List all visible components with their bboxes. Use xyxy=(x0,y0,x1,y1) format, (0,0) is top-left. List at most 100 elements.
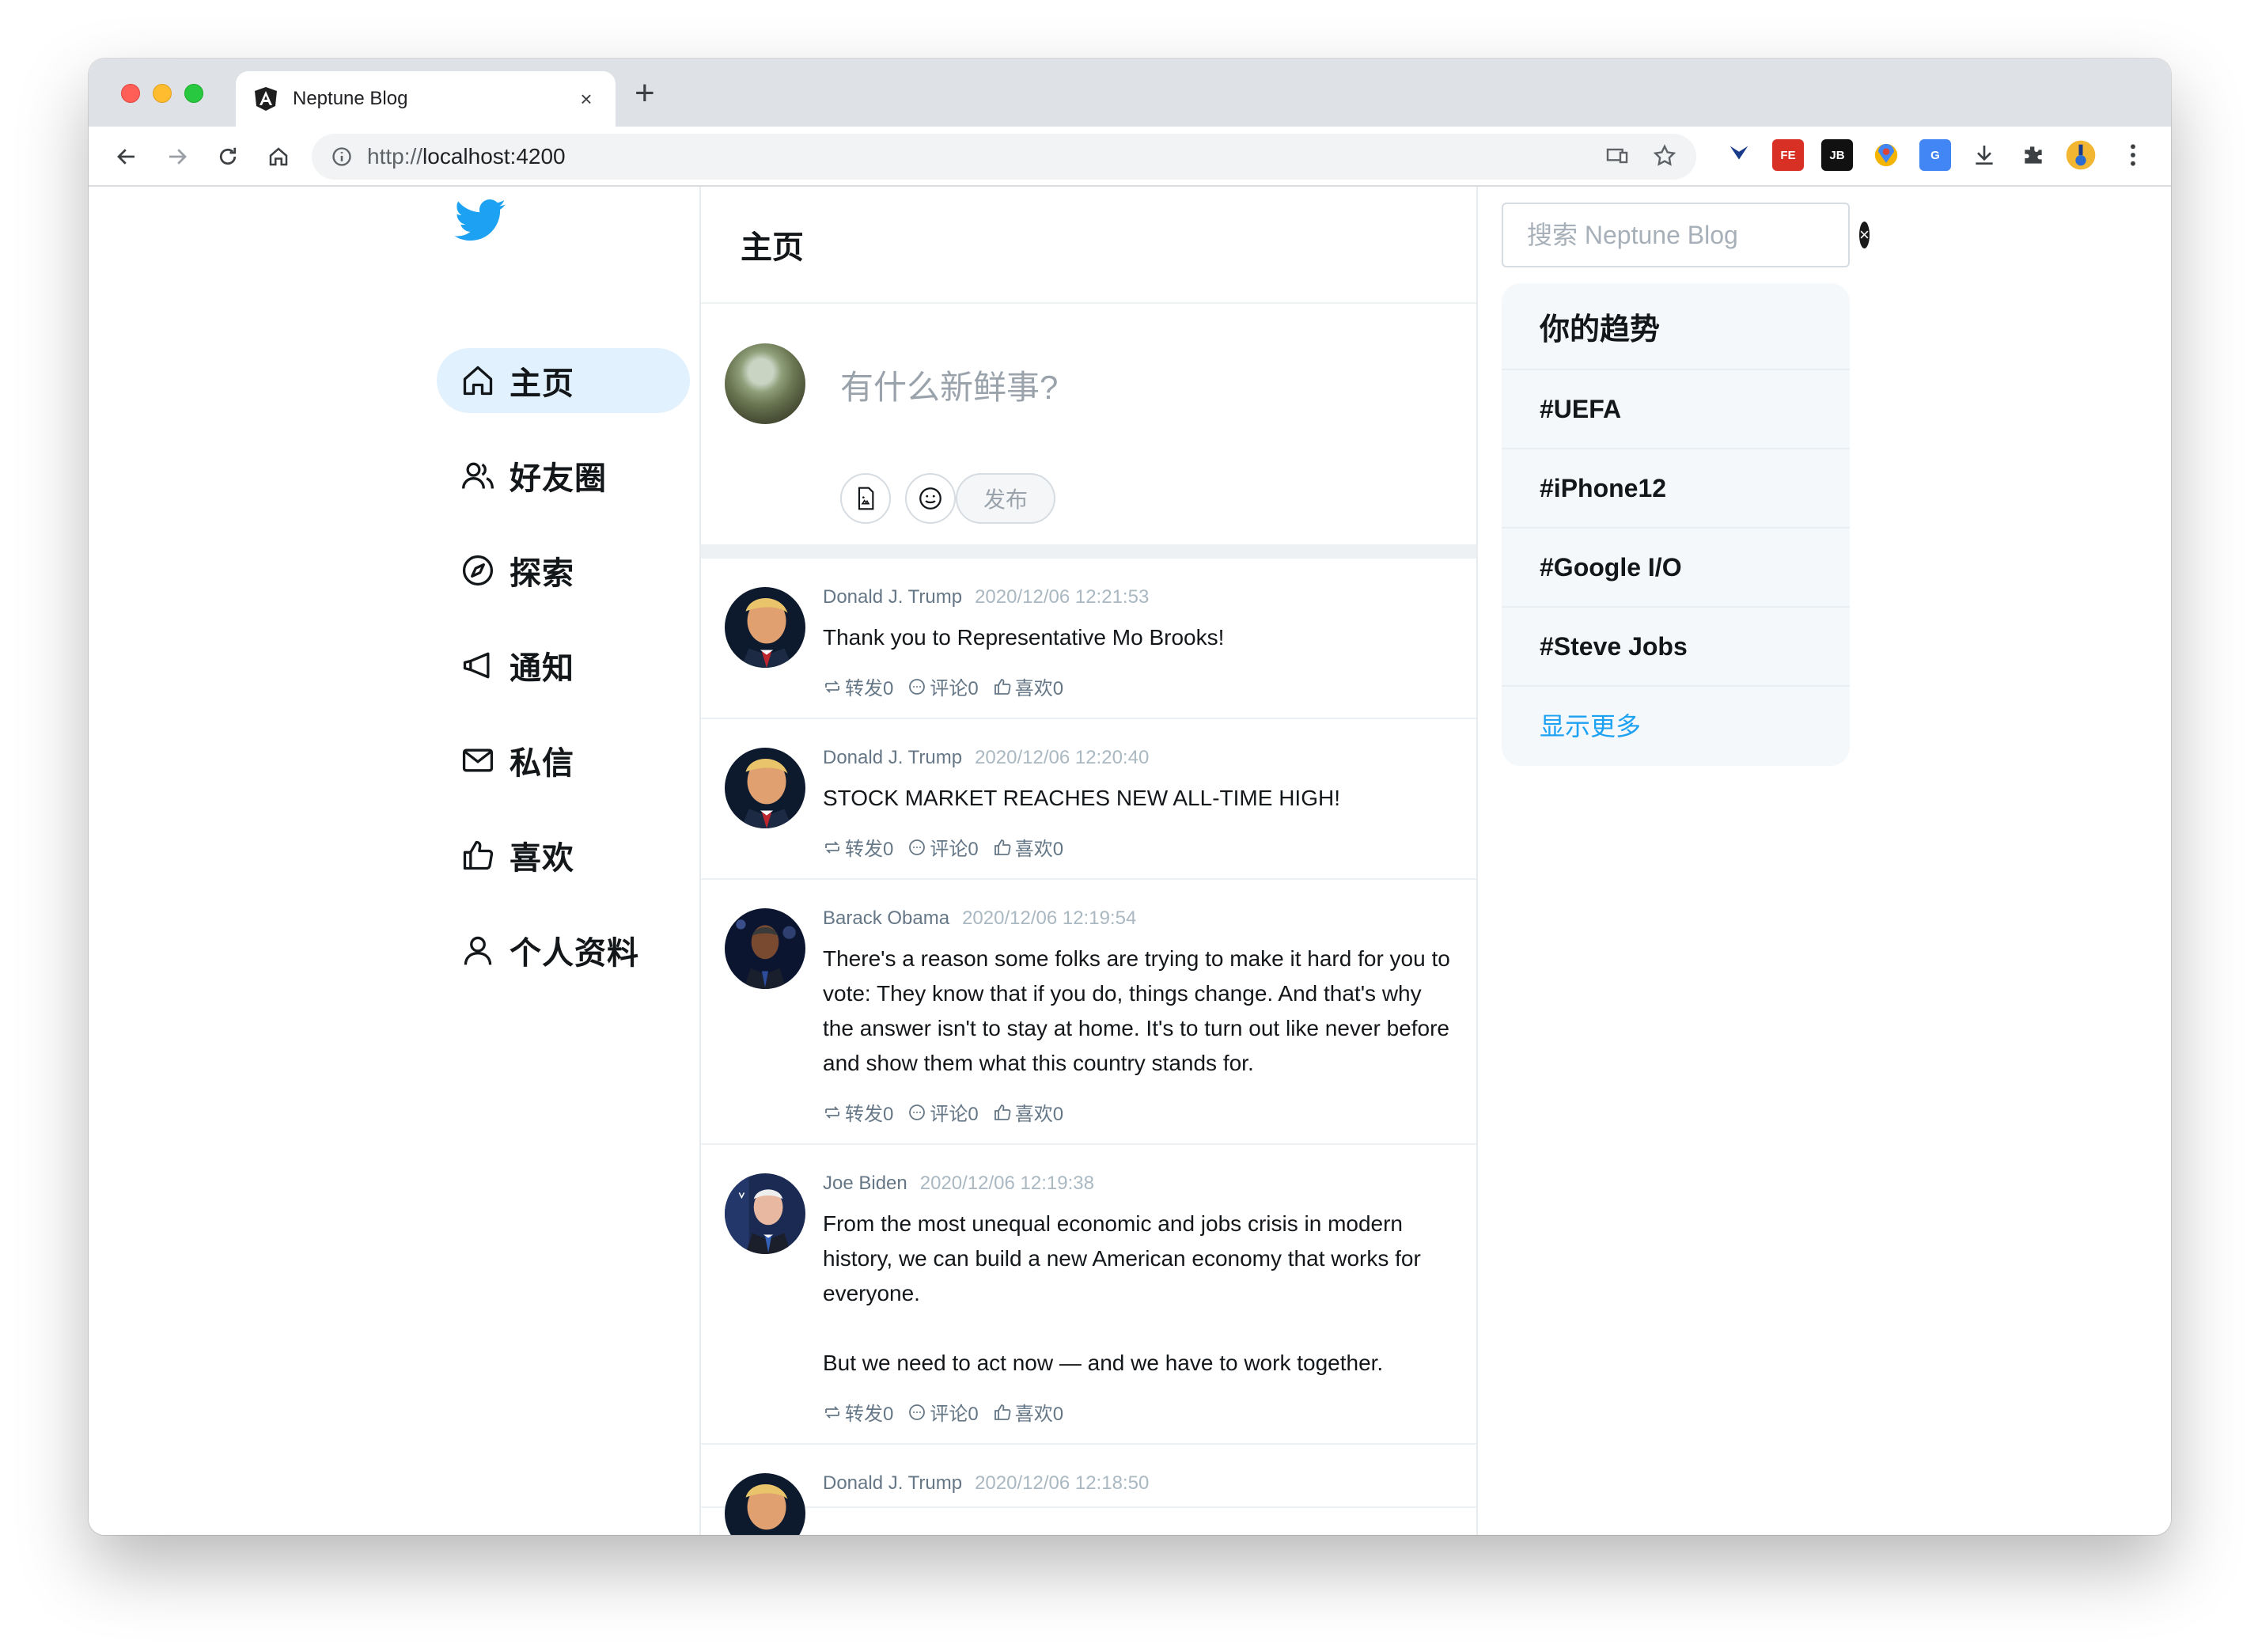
post-author[interactable]: Donald J. Trump xyxy=(823,586,962,608)
retweet-count: 转发0 xyxy=(845,839,894,860)
retweet-icon xyxy=(825,1405,839,1419)
reload-icon xyxy=(219,147,237,165)
retweet-count: 转发0 xyxy=(845,1404,894,1425)
minimize-window-button[interactable] xyxy=(153,84,172,103)
menu-kebab-icon[interactable] xyxy=(2117,139,2149,171)
download-icon[interactable] xyxy=(1968,139,2000,171)
post-meta: Donald J. Trump 2020/12/06 12:21:53 xyxy=(823,585,1453,609)
avatar[interactable] xyxy=(725,1173,805,1254)
trend-item[interactable]: #iPhone12 xyxy=(1502,449,1850,529)
post-time: 2020/12/06 12:21:53 xyxy=(975,586,1150,608)
profile-avatar[interactable] xyxy=(2065,139,2097,171)
post-meta: Donald J. Trump 2020/12/06 12:20:40 xyxy=(823,746,1453,770)
trend-item[interactable]: #Google I/O xyxy=(1502,529,1850,608)
avatar[interactable] xyxy=(725,587,805,668)
thumbs-up-icon xyxy=(994,1104,1011,1120)
main-column: 主页 有什么新鲜事? 发布 Donald J. Trump 2020/12/06… xyxy=(699,187,1478,1535)
avatar[interactable] xyxy=(725,1473,805,1535)
nav-label: 通知 xyxy=(510,651,574,686)
nav-label: 喜欢 xyxy=(510,841,574,876)
nav-item-home[interactable]: 主页 xyxy=(437,348,690,413)
post-author[interactable]: Barack Obama xyxy=(823,907,949,929)
retweet-icon xyxy=(825,840,839,854)
like-count: 喜欢0 xyxy=(1014,1104,1064,1125)
thumbs-up-icon xyxy=(994,839,1011,855)
home-button[interactable] xyxy=(261,139,296,174)
extension-shield-icon[interactable] xyxy=(1870,139,1902,171)
like-button[interactable]: 喜欢0 xyxy=(993,833,1063,861)
tab-close-icon[interactable]: × xyxy=(574,87,598,112)
trend-item[interactable]: #Steve Jobs xyxy=(1502,608,1850,687)
mail-icon xyxy=(462,748,494,772)
maximize-window-button[interactable] xyxy=(184,84,203,103)
like-button[interactable]: 喜欢0 xyxy=(993,1098,1063,1126)
extension-fe-icon[interactable]: FE xyxy=(1772,139,1804,171)
attach-file-button[interactable] xyxy=(840,473,891,524)
post-author[interactable]: Donald J. Trump xyxy=(823,747,962,768)
retweet-button[interactable]: 转发0 xyxy=(823,673,893,700)
address-bar[interactable]: http://localhost:4200 xyxy=(312,134,1696,180)
comment-icon xyxy=(909,1104,926,1120)
post-item: Barack Obama 2020/12/06 12:19:54 There's … xyxy=(701,880,1476,1145)
bookmark-star-icon[interactable] xyxy=(1652,143,1677,169)
like-button[interactable]: 喜欢0 xyxy=(993,673,1063,700)
comment-count: 评论0 xyxy=(930,1404,979,1425)
composer-input[interactable]: 有什么新鲜事? xyxy=(840,361,1058,409)
post-actions: 转发0 评论0 喜欢0 xyxy=(823,673,1453,718)
comment-button[interactable]: 评论0 xyxy=(907,1098,979,1126)
trend-item[interactable]: #UEFA xyxy=(1502,370,1850,449)
post-author[interactable]: Joe Biden xyxy=(823,1173,907,1194)
post-author[interactable]: Donald J. Trump xyxy=(823,1472,962,1494)
extension-translate-icon[interactable]: G xyxy=(1919,139,1951,171)
post-text: STOCK MARKET REACHES NEW ALL-TIME HIGH! xyxy=(823,786,1340,810)
nav-item-friends[interactable]: 好友圈 xyxy=(437,443,690,508)
arrow-right-icon xyxy=(169,149,187,165)
comment-button[interactable]: 评论0 xyxy=(907,673,979,700)
tab-title: Neptune Blog xyxy=(293,88,408,109)
nav-item-notifications[interactable]: 通知 xyxy=(437,633,690,698)
search-input[interactable] xyxy=(1527,220,1859,250)
post-text: Thank you to Representative Mo Brooks! xyxy=(823,625,1225,650)
comment-icon xyxy=(909,839,926,855)
like-count: 喜欢0 xyxy=(1014,678,1064,699)
nav-label: 私信 xyxy=(510,746,574,781)
nav-item-likes[interactable]: 喜欢 xyxy=(437,823,690,888)
avatar[interactable] xyxy=(725,748,805,828)
nav-item-messages[interactable]: 私信 xyxy=(437,728,690,793)
forward-button[interactable] xyxy=(160,139,195,174)
retweet-button[interactable]: 转发0 xyxy=(823,1098,893,1126)
publish-button[interactable]: 发布 xyxy=(956,473,1055,524)
nav-label: 探索 xyxy=(510,556,574,591)
close-window-button[interactable] xyxy=(121,84,140,103)
show-more-link[interactable]: 显示更多 xyxy=(1502,687,1850,763)
browser-tab[interactable]: Neptune Blog × xyxy=(236,71,616,127)
compass-icon xyxy=(462,555,494,586)
nav-item-profile[interactable]: 个人资料 xyxy=(437,918,690,983)
clear-search-icon[interactable]: × xyxy=(1859,222,1870,248)
avatar[interactable] xyxy=(725,908,805,989)
my-avatar xyxy=(725,343,805,424)
comment-button[interactable]: 评论0 xyxy=(907,1398,979,1426)
back-button[interactable] xyxy=(109,139,144,174)
post-time: 2020/12/06 12:18:50 xyxy=(975,1472,1150,1494)
post-actions: 转发0 评论0 喜欢0 xyxy=(823,1098,1453,1143)
retweet-button[interactable]: 转发0 xyxy=(823,833,893,861)
retweet-button[interactable]: 转发0 xyxy=(823,1398,893,1426)
emoji-button[interactable] xyxy=(905,473,956,524)
smiley-icon xyxy=(919,487,941,510)
browser-home-icon xyxy=(269,147,288,166)
like-button[interactable]: 喜欢0 xyxy=(993,1398,1063,1426)
puzzle-icon[interactable] xyxy=(2017,139,2049,171)
extension-y-icon[interactable] xyxy=(1723,139,1755,171)
post-time: 2020/12/06 12:19:54 xyxy=(962,907,1137,929)
nav-item-explore[interactable]: 探索 xyxy=(437,538,690,603)
comment-count: 评论0 xyxy=(930,839,979,860)
retweet-icon xyxy=(825,680,839,693)
reload-button[interactable] xyxy=(210,139,245,174)
extension-jb-icon[interactable]: JB xyxy=(1821,139,1853,171)
comment-button[interactable]: 评论0 xyxy=(907,833,979,861)
cast-icon[interactable] xyxy=(1604,143,1630,169)
new-tab-button[interactable]: + xyxy=(635,76,655,111)
tab-bar: Neptune Blog × + xyxy=(89,59,2171,127)
twitter-bird-icon[interactable] xyxy=(454,199,508,244)
